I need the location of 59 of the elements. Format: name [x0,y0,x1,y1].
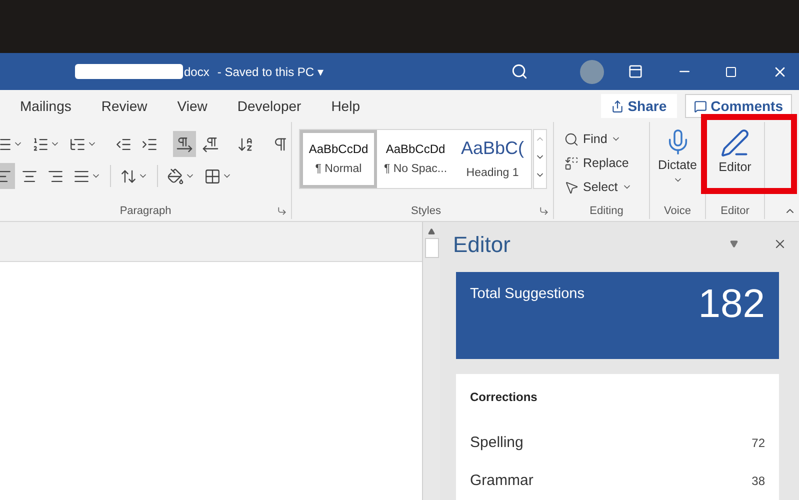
right-to-left-icon [202,136,219,152]
editing-button[interactable]: Replace [564,151,649,175]
search-icon [564,132,579,146]
editor-button[interactable]: Editor [718,128,752,177]
group-label: Editing [590,204,624,219]
sort-icon [237,136,254,152]
dropdown-icon[interactable] [730,240,738,248]
style-preview: AaBbCcDd [308,140,368,158]
left-to-right-icon [176,136,193,152]
total-label: Total Suggestions [470,285,584,304]
scroll-up-icon[interactable] [428,228,435,235]
editing-button[interactable]: Find [564,127,649,151]
ribbon-tab[interactable]: Mailings [12,92,80,120]
ribbon-display-icon[interactable] [628,64,643,79]
paragraph-button[interactable] [173,131,196,157]
correction-row[interactable]: Spelling 72 [470,424,765,462]
pane-title: Editor [453,230,510,259]
share-button[interactable]: Share [600,94,677,118]
style-preview: AaBbC( [460,137,524,160]
group-label: Paragraph [120,204,172,219]
correction-count: 38 [752,473,765,490]
total-suggestions-card[interactable]: Total Suggestions 182 [456,272,779,359]
group-label: Styles [411,204,441,219]
dialog-launcher-icon[interactable] [277,206,287,216]
share-icon [610,100,624,112]
window-title: docx [184,64,210,80]
maximize-icon[interactable] [725,66,737,78]
correction-label: Grammar [470,470,534,491]
line-spacing-icon [120,168,137,184]
replace-icon [564,156,579,170]
comment-icon [694,100,707,112]
numbered-list-icon [32,136,49,152]
style-option[interactable]: AaBbCcDd ¶ Normal [300,130,377,188]
save-status[interactable]: - Saved to this PC ▾ [217,62,324,80]
editing-button[interactable]: Select [564,175,649,199]
correction-row[interactable]: Grammar 38 [470,462,765,500]
dictate-button[interactable]: Dictate [658,128,697,185]
correction-count: 72 [752,435,765,452]
group-label: Editor [720,204,750,219]
pilcrow-icon [272,136,289,152]
ribbon-tab[interactable]: Developer [229,92,310,120]
paint-bucket-icon [167,168,184,184]
ribbon-tab[interactable]: Review [93,92,156,120]
correction-label: Spelling [470,432,524,453]
section-heading: Corrections [470,389,538,406]
style-name: Heading 1 [466,166,519,182]
borders-icon [204,168,221,184]
search-icon[interactable] [511,63,528,80]
style-name: ¶ Normal [315,162,362,177]
pen-icon [720,128,750,158]
total-count: 182 [698,284,765,328]
pointer-icon [564,180,579,194]
ribbon-tab[interactable]: Help [323,92,368,120]
dialog-launcher-icon[interactable] [539,206,549,216]
style-name: ¶ No Spac... [384,162,448,177]
group-label: Voice [664,204,691,219]
scroll-thumb[interactable] [424,238,438,258]
style-preview: AaBbCcDd [386,140,446,158]
ribbon-tab[interactable]: View [169,92,216,120]
